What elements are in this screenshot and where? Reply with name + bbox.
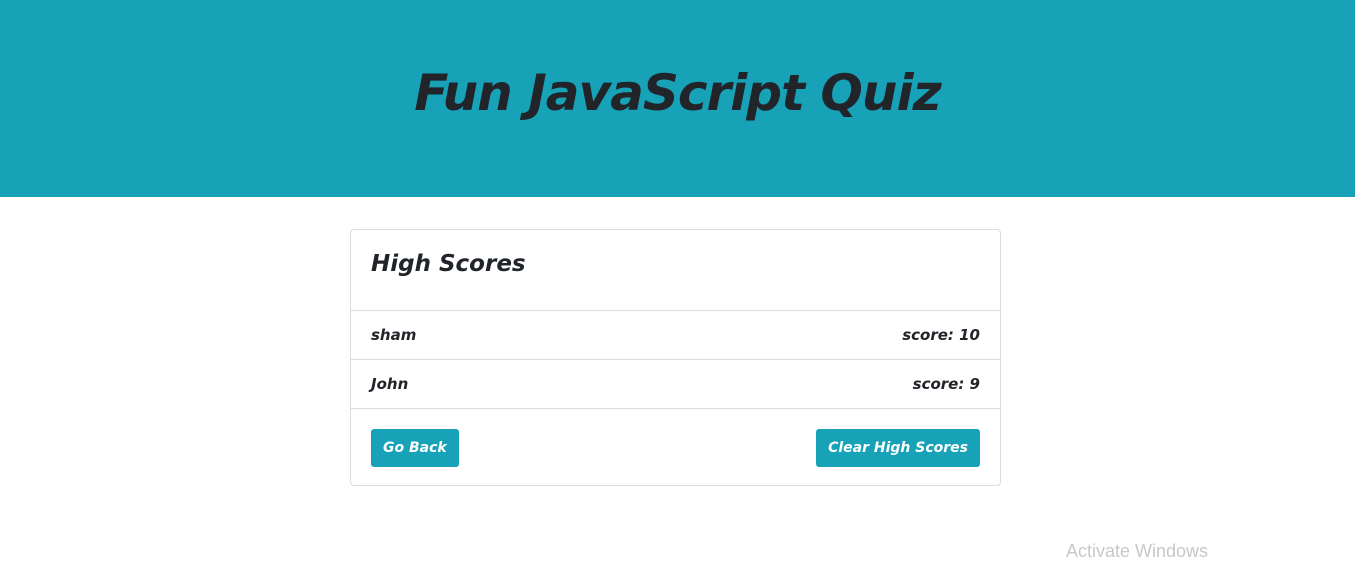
activate-windows-watermark: Activate Windows: [1066, 541, 1209, 561]
player-name: John: [371, 375, 409, 393]
clear-high-scores-button[interactable]: Clear High Scores: [816, 429, 980, 467]
card-footer: Go Back Clear High Scores: [351, 409, 1000, 486]
go-back-button[interactable]: Go Back: [371, 429, 459, 467]
card-title: High Scores: [371, 251, 526, 277]
high-scores-card: High Scores sham score: 10 John score: 9…: [350, 229, 1001, 486]
player-name: sham: [371, 326, 417, 344]
player-score: score: 9: [912, 375, 980, 393]
card-header: High Scores: [351, 230, 1000, 311]
score-row: sham score: 10: [351, 311, 1000, 360]
page-header: Fun JavaScript Quiz: [0, 0, 1355, 197]
app-title: Fun JavaScript Quiz: [414, 63, 942, 122]
player-score: score: 10: [902, 326, 980, 344]
score-row: John score: 9: [351, 360, 1000, 409]
